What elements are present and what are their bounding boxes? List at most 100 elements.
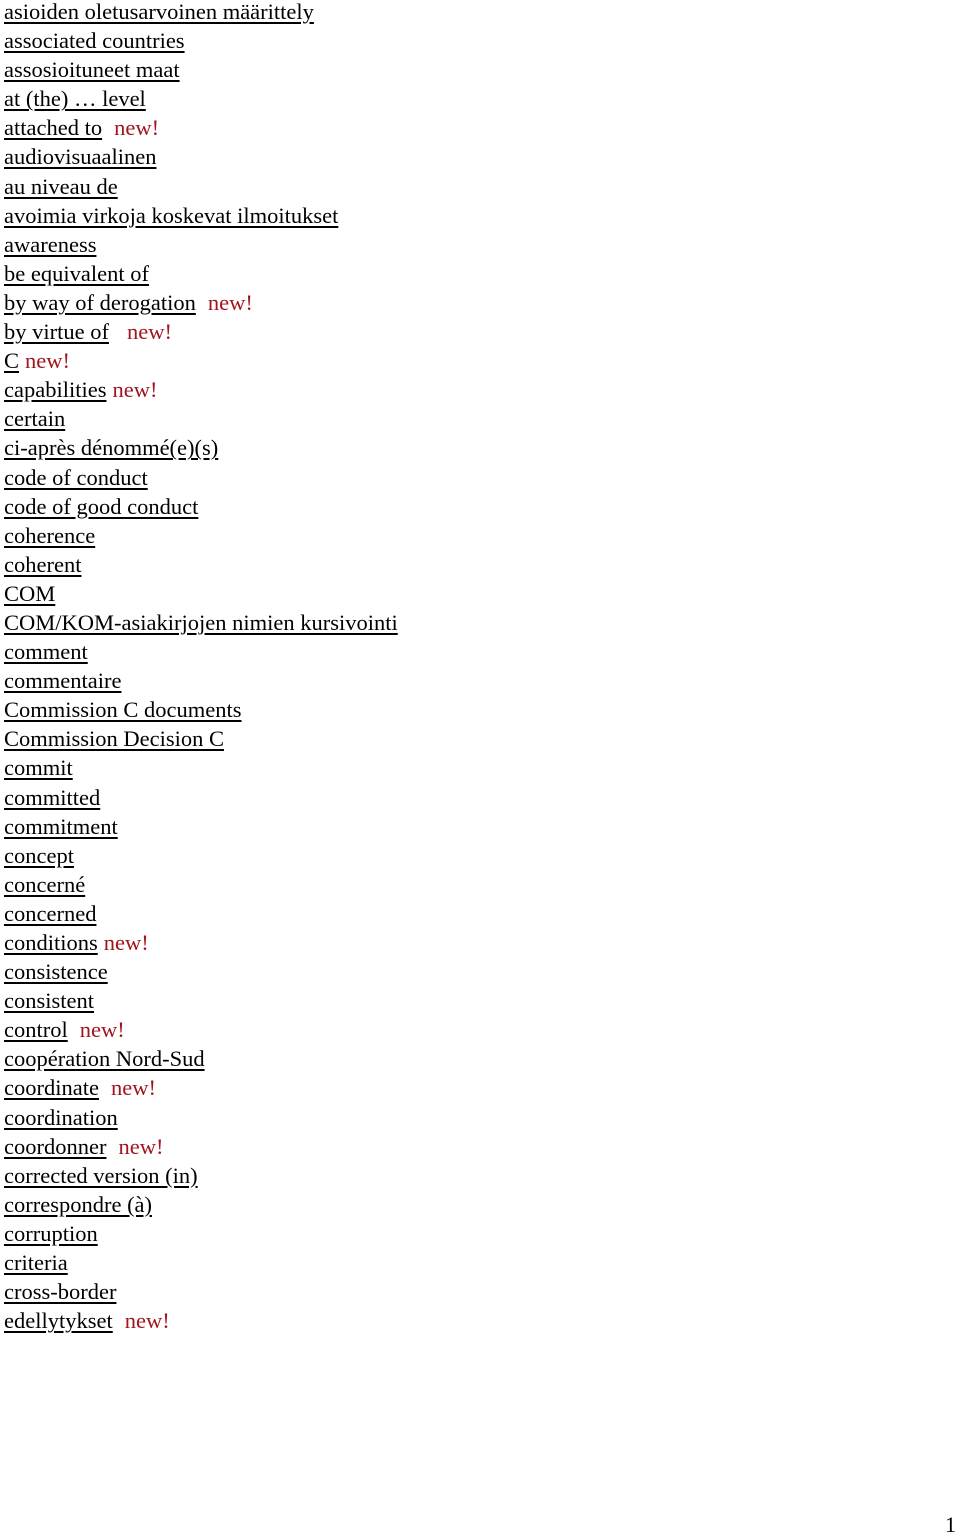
glossary-entry: edellytykset new! <box>4 1306 398 1335</box>
glossary-entry: awareness <box>4 230 398 259</box>
glossary-entry: ci-après dénommé(e)(s) <box>4 433 398 462</box>
glossary-entry: coopération Nord-Sud <box>4 1044 398 1073</box>
glossary-term-link[interactable]: by way of derogation <box>4 290 196 315</box>
glossary-term-link[interactable]: certain <box>4 406 65 431</box>
page-number: 1 <box>945 1512 956 1537</box>
glossary-entry: committed <box>4 783 398 812</box>
glossary-term-link[interactable]: coherent <box>4 552 81 577</box>
glossary-term-link[interactable]: coopération Nord-Sud <box>4 1046 205 1071</box>
glossary-entry: code of good conduct <box>4 492 398 521</box>
glossary-entry: coherence <box>4 521 398 550</box>
glossary-entry: assosioituneet maat <box>4 55 398 84</box>
glossary-term-link[interactable]: capabilities <box>4 377 106 402</box>
glossary-term-link[interactable]: COM/KOM-asiakirjojen nimien kursivointi <box>4 610 398 635</box>
glossary-term-link[interactable]: coordination <box>4 1105 118 1130</box>
glossary-entry: commentaire <box>4 666 398 695</box>
glossary-entry: cross-border <box>4 1277 398 1306</box>
glossary-term-link[interactable]: au niveau de <box>4 174 118 199</box>
glossary-term-link[interactable]: commit <box>4 755 73 780</box>
glossary-term-link[interactable]: C <box>4 348 19 373</box>
glossary-term-link[interactable]: commentaire <box>4 668 121 693</box>
glossary-entry: conditions new! <box>4 928 398 957</box>
glossary-term-link[interactable]: Commission Decision C <box>4 726 224 751</box>
glossary-term-link[interactable]: at (the) … level <box>4 86 146 111</box>
glossary-entry: COM <box>4 579 398 608</box>
glossary-entry: audiovisuaalinen <box>4 142 398 171</box>
glossary-entry: corruption <box>4 1219 398 1248</box>
glossary-term-link[interactable]: conditions <box>4 930 98 955</box>
glossary-term-link[interactable]: coordinate <box>4 1075 99 1100</box>
glossary-term-link[interactable]: edellytykset <box>4 1308 113 1333</box>
glossary-term-link[interactable]: assosioituneet maat <box>4 57 180 82</box>
glossary-term-link[interactable]: consistent <box>4 988 94 1013</box>
glossary-term-link[interactable]: corrected version (in) <box>4 1163 198 1188</box>
glossary-entry: control new! <box>4 1015 398 1044</box>
new-badge: new! <box>79 1017 125 1043</box>
glossary-term-link[interactable]: code of good conduct <box>4 494 198 519</box>
glossary-term-link[interactable]: code of conduct <box>4 465 148 490</box>
glossary-term-link[interactable]: committed <box>4 785 100 810</box>
glossary-entry: au niveau de <box>4 172 398 201</box>
glossary-term-link[interactable]: concerné <box>4 872 85 897</box>
glossary-entry: code of conduct <box>4 463 398 492</box>
glossary-entry: certain <box>4 404 398 433</box>
glossary-term-link[interactable]: control <box>4 1017 68 1042</box>
glossary-term-link[interactable]: COM <box>4 581 55 606</box>
glossary-entry: coherent <box>4 550 398 579</box>
glossary-term-link[interactable]: be equivalent of <box>4 261 149 286</box>
glossary-entry: consistence <box>4 957 398 986</box>
glossary-entry: comment <box>4 637 398 666</box>
glossary-entry: by way of derogation new! <box>4 288 398 317</box>
glossary-entry: commitment <box>4 812 398 841</box>
glossary-term-link[interactable]: consistence <box>4 959 108 984</box>
glossary-entry: concept <box>4 841 398 870</box>
glossary-term-link[interactable]: coherence <box>4 523 95 548</box>
new-badge: new! <box>124 1308 170 1334</box>
glossary-entry: attached to new! <box>4 113 398 142</box>
glossary-term-link[interactable]: concept <box>4 843 74 868</box>
glossary-entry: correspondre (à) <box>4 1190 398 1219</box>
glossary-term-link[interactable]: comment <box>4 639 88 664</box>
glossary-term-link[interactable]: criteria <box>4 1250 68 1275</box>
glossary-entry: capabilities new! <box>4 375 398 404</box>
glossary-term-link[interactable]: Commission C documents <box>4 697 242 722</box>
new-badge: new! <box>114 115 160 141</box>
glossary-term-link[interactable]: cross-border <box>4 1279 116 1304</box>
glossary-term-link[interactable]: awareness <box>4 232 96 257</box>
new-badge: new! <box>126 319 172 345</box>
glossary-entry: criteria <box>4 1248 398 1277</box>
glossary-term-link[interactable]: audiovisuaalinen <box>4 144 156 169</box>
glossary-entry: asioiden oletusarvoinen määrittely <box>4 0 398 26</box>
glossary-term-link[interactable]: attached to <box>4 115 102 140</box>
glossary-term-link[interactable]: asioiden oletusarvoinen määrittely <box>4 0 314 24</box>
glossary-term-link[interactable]: by virtue of <box>4 319 109 344</box>
glossary-term-link[interactable]: corruption <box>4 1221 98 1246</box>
glossary-term-list: asioiden oletusarvoinen määrittely associ… <box>4 0 398 1335</box>
glossary-entry: COM/KOM-asiakirjojen nimien kursivointi <box>4 608 398 637</box>
glossary-term-link[interactable]: avoimia virkoja koskevat ilmoitukset <box>4 203 338 228</box>
glossary-entry: concerné <box>4 870 398 899</box>
glossary-term-link[interactable]: ci-après dénommé(e)(s) <box>4 435 218 460</box>
glossary-entry: Commission Decision C <box>4 724 398 753</box>
glossary-term-link[interactable]: correspondre (à) <box>4 1192 152 1217</box>
new-badge: new! <box>25 348 70 374</box>
glossary-entry: Commission C documents <box>4 695 398 724</box>
new-badge: new! <box>112 377 158 403</box>
glossary-entry: at (the) … level <box>4 84 398 113</box>
glossary-term-link[interactable]: commitment <box>4 814 118 839</box>
glossary-entry: Cnew! <box>4 346 398 375</box>
glossary-entry: coordination <box>4 1103 398 1132</box>
glossary-term-link[interactable]: concerned <box>4 901 96 926</box>
glossary-entry: commit <box>4 753 398 782</box>
glossary-entry: coordonner new! <box>4 1132 398 1161</box>
new-badge: new! <box>118 1133 164 1159</box>
glossary-entry: coordinate new! <box>4 1073 398 1102</box>
glossary-entry: by virtue of new! <box>4 317 398 346</box>
new-badge: new! <box>103 930 149 955</box>
glossary-entry: be equivalent of <box>4 259 398 288</box>
glossary-term-link[interactable]: coordonner <box>4 1134 106 1159</box>
glossary-term-link[interactable]: associated countries <box>4 28 185 53</box>
glossary-entry: avoimia virkoja koskevat ilmoitukset <box>4 201 398 230</box>
glossary-entry: concerned <box>4 899 398 928</box>
glossary-entry: corrected version (in) <box>4 1161 398 1190</box>
